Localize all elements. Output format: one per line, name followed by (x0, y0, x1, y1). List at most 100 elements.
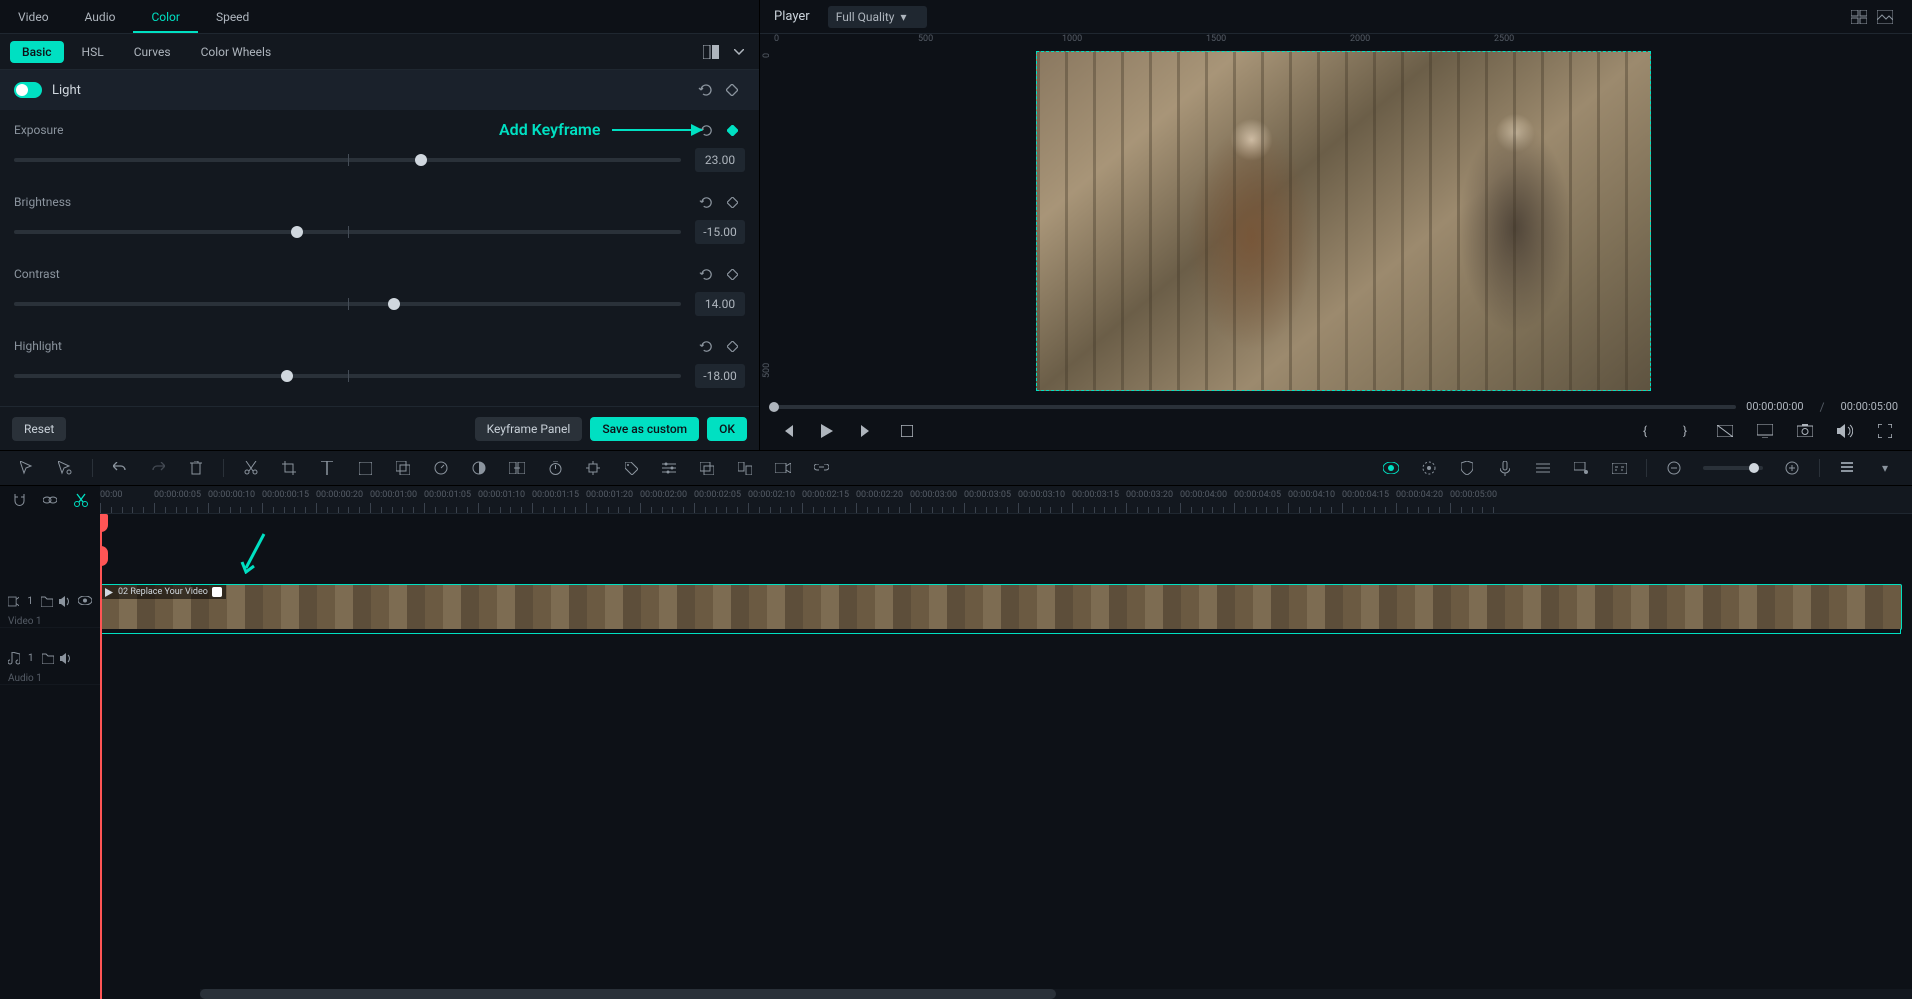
timer-icon[interactable] (542, 455, 568, 481)
subtab-color-wheels[interactable]: Color Wheels (189, 41, 284, 63)
keyframe-icon[interactable] (719, 189, 745, 215)
display-icon[interactable] (1752, 418, 1778, 444)
slider-value[interactable]: 14.00 (695, 292, 745, 316)
magnet-icon[interactable] (8, 487, 31, 513)
color-icon[interactable] (466, 455, 492, 481)
zoom-in-icon[interactable] (1779, 455, 1805, 481)
transition-icon[interactable] (504, 455, 530, 481)
quality-select[interactable]: Full Quality▾ (828, 6, 927, 28)
save-as-custom-button[interactable]: Save as custom (590, 417, 699, 441)
tag-icon[interactable] (618, 455, 644, 481)
subtab-basic[interactable]: Basic (10, 41, 64, 63)
grid-view-icon[interactable] (1846, 4, 1872, 30)
ratio-icon[interactable] (1712, 418, 1738, 444)
caption-icon[interactable] (1606, 455, 1632, 481)
slider-track[interactable] (14, 230, 681, 234)
mic-icon[interactable] (1492, 455, 1518, 481)
mark-in-icon[interactable]: { (1632, 418, 1658, 444)
list-icon[interactable] (1834, 455, 1860, 481)
lasso-tool-icon[interactable] (52, 455, 78, 481)
folder-icon[interactable] (41, 596, 53, 607)
slider-value[interactable]: 23.00 (695, 148, 745, 172)
reset-section-icon[interactable] (693, 77, 719, 103)
compare-view-icon[interactable] (701, 42, 721, 62)
reset-slider-icon[interactable] (693, 117, 719, 143)
razor-icon[interactable] (69, 487, 92, 513)
mark-out-icon[interactable]: } (1672, 418, 1698, 444)
reset-slider-icon[interactable] (693, 405, 719, 406)
ruler-horizontal: 05001000150020002500 (760, 34, 1912, 48)
link-icon[interactable] (808, 455, 834, 481)
volume-icon[interactable] (1832, 418, 1858, 444)
layers-icon[interactable] (732, 455, 758, 481)
subtab-hsl[interactable]: HSL (70, 41, 116, 63)
effects-icon[interactable] (1416, 455, 1442, 481)
slider-value[interactable]: -15.00 (695, 220, 745, 244)
timeline-scrollbar[interactable] (200, 989, 1912, 999)
delete-icon[interactable] (183, 455, 209, 481)
slider-track[interactable] (14, 158, 681, 162)
speed-icon[interactable] (428, 455, 454, 481)
fullscreen-icon[interactable] (1872, 418, 1898, 444)
light-toggle[interactable] (14, 82, 42, 98)
preview-area[interactable] (774, 48, 1912, 394)
mute-icon[interactable] (60, 653, 73, 664)
timeline-ruler[interactable]: 00:0000:00:00:0500:00:00:1000:00:00:1500… (100, 486, 1912, 514)
keyframe-icon[interactable] (719, 333, 745, 359)
light-section-header: Light (0, 70, 759, 110)
keyframe-icon[interactable] (719, 405, 745, 406)
next-frame-icon[interactable] (854, 418, 880, 444)
folder-icon[interactable] (42, 653, 54, 664)
crop-icon[interactable] (276, 455, 302, 481)
marker-icon[interactable] (1568, 455, 1594, 481)
snapshot-icon[interactable] (1792, 418, 1818, 444)
zoom-out-icon[interactable] (1661, 455, 1687, 481)
tracking-icon[interactable] (580, 455, 606, 481)
reset-button[interactable]: Reset (12, 417, 66, 441)
keyframe-section-icon[interactable] (719, 77, 745, 103)
group-icon[interactable] (694, 455, 720, 481)
adjust-icon[interactable] (656, 455, 682, 481)
eye-icon[interactable] (78, 596, 92, 605)
keyframe-icon[interactable] (719, 261, 745, 287)
redo-icon[interactable] (145, 455, 171, 481)
timeline-tracks[interactable]: 02 Replace Your Video (100, 514, 1912, 999)
render-icon[interactable] (1378, 455, 1404, 481)
undo-icon[interactable] (107, 455, 133, 481)
chevron-down-icon[interactable] (729, 42, 749, 62)
play-icon[interactable] (814, 418, 840, 444)
select-tool-icon[interactable] (14, 455, 40, 481)
tab-audio[interactable]: Audio (67, 0, 134, 33)
scrub-bar[interactable] (774, 405, 1736, 409)
reset-slider-icon[interactable] (693, 189, 719, 215)
chevron-down-icon[interactable]: ▾ (1872, 455, 1898, 481)
slider-value[interactable]: -18.00 (695, 364, 745, 388)
text-icon[interactable] (314, 455, 340, 481)
slider-track[interactable] (14, 302, 681, 306)
link-tracks-icon[interactable] (39, 487, 62, 513)
record-icon[interactable] (770, 455, 796, 481)
prev-frame-icon[interactable] (774, 418, 800, 444)
cut-icon[interactable] (238, 455, 264, 481)
playhead[interactable] (100, 514, 102, 999)
slider-label: Brightness (14, 195, 71, 209)
tab-video[interactable]: Video (0, 0, 67, 33)
tab-speed[interactable]: Speed (198, 0, 267, 33)
keyframe-icon[interactable] (719, 117, 745, 143)
mute-icon[interactable] (59, 596, 72, 607)
video-clip[interactable]: 02 Replace Your Video (100, 584, 1902, 630)
shield-icon[interactable] (1454, 455, 1480, 481)
subtab-curves[interactable]: Curves (122, 41, 183, 63)
reset-slider-icon[interactable] (693, 261, 719, 287)
shape-icon[interactable] (352, 455, 378, 481)
ok-button[interactable]: OK (707, 417, 747, 441)
slider-track[interactable] (14, 374, 681, 378)
image-view-icon[interactable] (1872, 4, 1898, 30)
reset-slider-icon[interactable] (693, 333, 719, 359)
mask-icon[interactable] (390, 455, 416, 481)
mixer-icon[interactable] (1530, 455, 1556, 481)
stop-icon[interactable] (894, 418, 920, 444)
tab-color[interactable]: Color (133, 0, 197, 33)
keyframe-panel-button[interactable]: Keyframe Panel (475, 417, 583, 441)
zoom-slider[interactable] (1703, 466, 1763, 470)
